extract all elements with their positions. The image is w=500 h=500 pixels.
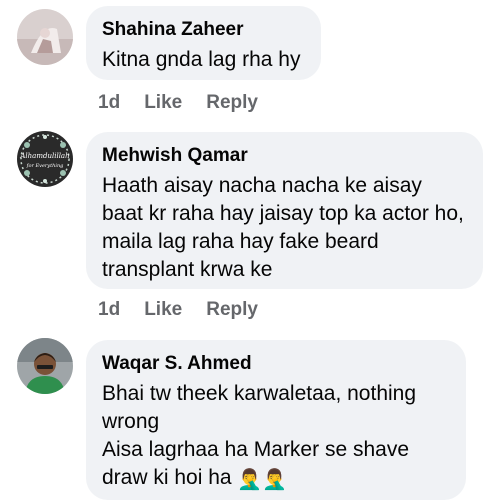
comment-text: Kitna gnda lag rha hy (102, 48, 301, 71)
like-button[interactable]: Like (144, 92, 182, 114)
reply-button[interactable]: Reply (206, 299, 258, 321)
comment-author[interactable]: Shahina Zaheer (102, 18, 305, 42)
comment-actions: 1d Like Reply (98, 92, 258, 114)
comment-text-line: Aisa lagrhaa ha Marker se shave draw ki … (102, 436, 450, 494)
comment-bubble: Shahina Zaheer Kitna gnda lag rha hy (86, 6, 321, 80)
comment-timestamp[interactable]: 1d (98, 299, 120, 321)
avatar-shahina[interactable] (17, 9, 73, 65)
comment-author[interactable]: Mehwish Qamar (102, 144, 467, 168)
comment-text-line: Bhai tw theek karwaletaa, nothing wrong (102, 382, 417, 433)
comment-bubble: Waqar S. Ahmed Bhai tw theek karwaletaa,… (86, 340, 466, 500)
svg-text:for Everything: for Everything (26, 163, 64, 169)
avatar-mehwish[interactable]: Alhamdulillah for Everything (17, 131, 73, 187)
comment-text: Bhai tw theek karwaletaa, nothing wrong … (102, 380, 450, 494)
comment-actions: 1d Like Reply (98, 299, 258, 321)
svg-text:Alhamdulillah: Alhamdulillah (19, 152, 69, 160)
comment-text: Haath aisay nacha nacha ke aisay baat kr… (102, 174, 464, 281)
comment-timestamp[interactable]: 1d (98, 92, 120, 114)
avatar-waqar[interactable] (17, 338, 73, 394)
comment-author[interactable]: Waqar S. Ahmed (102, 352, 450, 376)
reply-button[interactable]: Reply (206, 92, 258, 114)
comment-bubble: Mehwish Qamar Haath aisay nacha nacha ke… (86, 132, 483, 289)
like-button[interactable]: Like (144, 299, 182, 321)
